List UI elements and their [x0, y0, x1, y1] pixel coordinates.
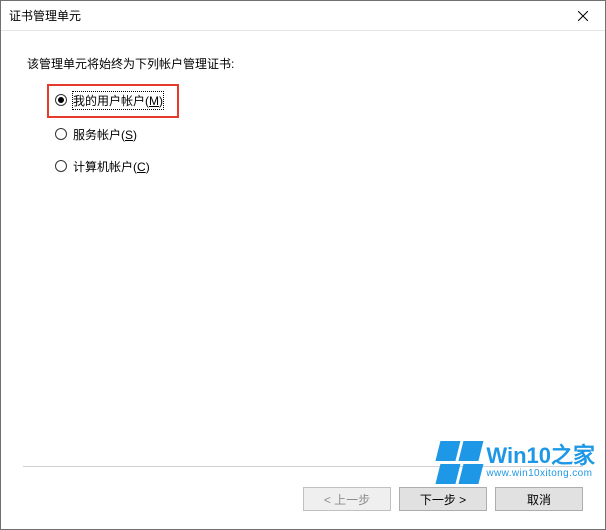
window-title: 证书管理单元 [9, 7, 81, 24]
close-button[interactable] [560, 1, 605, 30]
close-icon [578, 11, 588, 21]
radio-icon [55, 128, 67, 140]
account-radio-group: 我的用户帐户(M) 服务帐户(S) 计算机帐户(C) [55, 90, 579, 176]
watermark: Win10之家 www.win10xitong.com [438, 441, 595, 483]
radio-label: 计算机帐户(C) [73, 158, 150, 175]
radio-my-user-account[interactable]: 我的用户帐户(M) [55, 90, 579, 110]
windows-logo-icon [438, 441, 480, 483]
radio-label: 我的用户帐户(M) [73, 92, 163, 109]
dialog-window: 证书管理单元 该管理单元将始终为下列帐户管理证书: 我的用户帐户(M) 服务帐户… [0, 0, 606, 530]
cancel-button[interactable]: 取消 [495, 487, 583, 511]
radio-computer-account[interactable]: 计算机帐户(C) [55, 156, 579, 176]
back-button: < 上一步 [303, 487, 391, 511]
content-area: 该管理单元将始终为下列帐户管理证书: 我的用户帐户(M) 服务帐户(S) 计算机… [1, 31, 605, 176]
radio-icon [55, 94, 67, 106]
radio-service-account[interactable]: 服务帐户(S) [55, 124, 579, 144]
next-button[interactable]: 下一步 > [399, 487, 487, 511]
wizard-buttons: < 上一步 下一步 > 取消 [303, 487, 583, 511]
radio-label: 服务帐户(S) [73, 126, 137, 143]
prompt-text: 该管理单元将始终为下列帐户管理证书: [27, 55, 579, 72]
radio-icon [55, 160, 67, 172]
watermark-text: Win10之家 www.win10xitong.com [486, 445, 595, 479]
titlebar: 证书管理单元 [1, 1, 605, 31]
